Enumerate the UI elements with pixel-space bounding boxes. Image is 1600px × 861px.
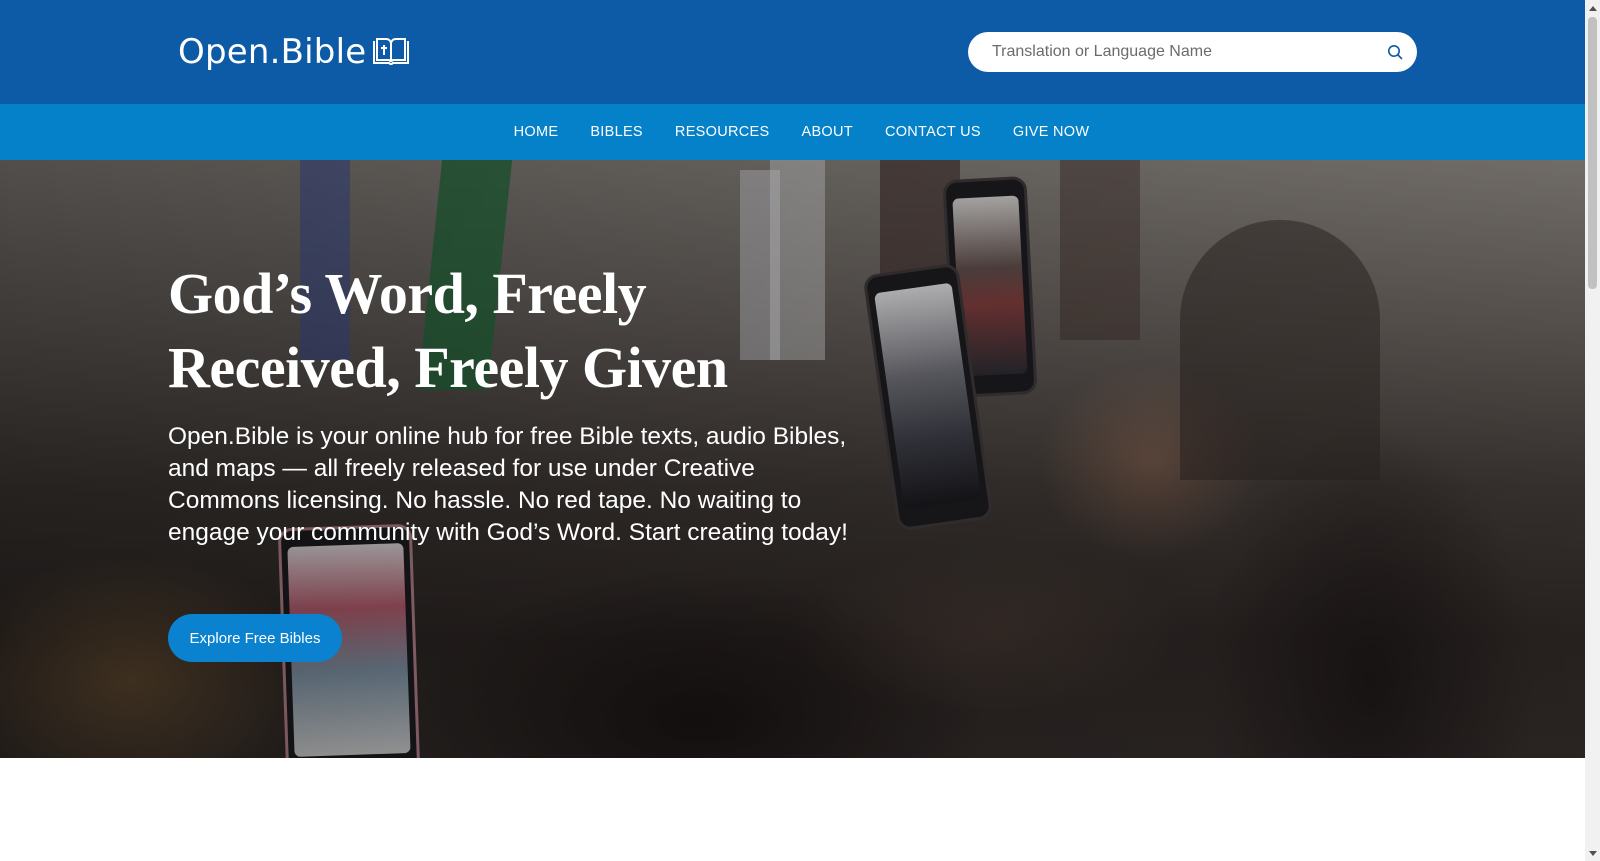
explore-free-bibles-button[interactable]: Explore Free Bibles [168, 614, 342, 662]
nav-item-bibles[interactable]: BIBLES [574, 124, 659, 140]
site-logo[interactable]: Open.Bible [178, 28, 410, 76]
main-nav: HOME BIBLES RESOURCES ABOUT CONTACT US G… [0, 104, 1585, 160]
search-box [968, 32, 1417, 72]
scrollbar-thumb[interactable] [1588, 17, 1597, 289]
scroll-up-arrow-icon[interactable] [1585, 0, 1600, 15]
open-book-cross-icon [372, 37, 410, 67]
nav-item-resources[interactable]: RESOURCES [659, 124, 786, 140]
nav-item-contact-us[interactable]: CONTACT US [869, 124, 997, 140]
logo-text: Open.Bible [178, 32, 367, 72]
search-icon[interactable] [1383, 40, 1407, 64]
site-header: Open.Bible [0, 0, 1585, 104]
nav-item-home[interactable]: HOME [498, 124, 575, 140]
nav-item-give-now[interactable]: GIVE NOW [997, 124, 1106, 140]
hero-title: God’s Word, Freely Received, Freely Give… [168, 261, 728, 400]
search-input[interactable] [992, 37, 1372, 67]
nav-item-about[interactable]: ABOUT [785, 124, 868, 140]
page-scrollbar[interactable] [1585, 0, 1600, 861]
page: Open.Bible HOME BIBLES RESOU [0, 0, 1585, 861]
section-heading-partial [640, 850, 980, 861]
scroll-down-arrow-icon[interactable] [1585, 846, 1600, 861]
hero-description: Open.Bible is your online hub for free B… [168, 423, 848, 546]
